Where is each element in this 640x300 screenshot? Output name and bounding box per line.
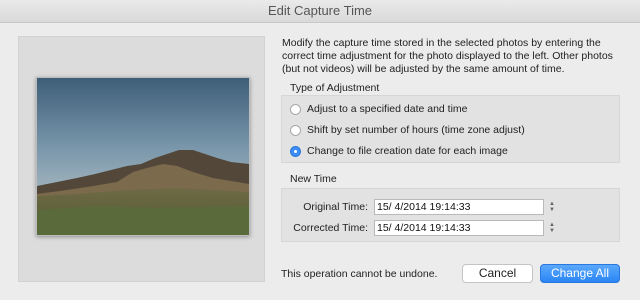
radio-label: Adjust to a specified date and time: [307, 103, 468, 115]
radio-button-selected[interactable]: [290, 145, 301, 157]
chevron-down-icon[interactable]: ▼: [549, 207, 555, 213]
original-time-field[interactable]: 15/ 4/2014 19:14:33: [374, 199, 544, 215]
radio-label: Change to file creation date for each im…: [307, 145, 508, 157]
description-text: Modify the capture time stored in the se…: [282, 37, 613, 75]
corrected-time-label: Corrected Time:: [293, 222, 368, 234]
new-time-group: Original Time: 15/ 4/2014 19:14:33 ▲ ▼ C…: [281, 188, 620, 242]
radio-button[interactable]: [290, 124, 301, 136]
corrected-time-field[interactable]: 15/ 4/2014 19:14:33: [374, 220, 544, 236]
cancel-button[interactable]: Cancel: [462, 264, 533, 283]
radio-specified-date[interactable]: Adjust to a specified date and time: [290, 101, 468, 117]
edit-capture-time-dialog: Edit Capture Time Modify the capture tim…: [0, 0, 640, 300]
original-time-label: Original Time:: [303, 201, 368, 213]
adjustment-options-group: Adjust to a specified date and time Shif…: [281, 95, 620, 163]
original-time-stepper[interactable]: ▲ ▼: [548, 199, 556, 215]
type-of-adjustment-label: Type of Adjustment: [290, 82, 380, 94]
new-time-label: New Time: [290, 173, 337, 185]
radio-file-creation-date[interactable]: Change to file creation date for each im…: [290, 143, 508, 159]
window-title: Edit Capture Time: [0, 0, 640, 23]
chevron-down-icon[interactable]: ▼: [549, 228, 555, 234]
corrected-time-stepper[interactable]: ▲ ▼: [548, 220, 556, 236]
radio-shift-hours[interactable]: Shift by set number of hours (time zone …: [290, 122, 525, 138]
change-all-button[interactable]: Change All: [540, 264, 620, 283]
photo-preview-panel: [18, 36, 265, 282]
undo-warning-text: This operation cannot be undone.: [281, 268, 438, 280]
radio-label: Shift by set number of hours (time zone …: [307, 124, 525, 136]
photo-thumbnail: [36, 77, 250, 236]
radio-button[interactable]: [290, 103, 301, 115]
